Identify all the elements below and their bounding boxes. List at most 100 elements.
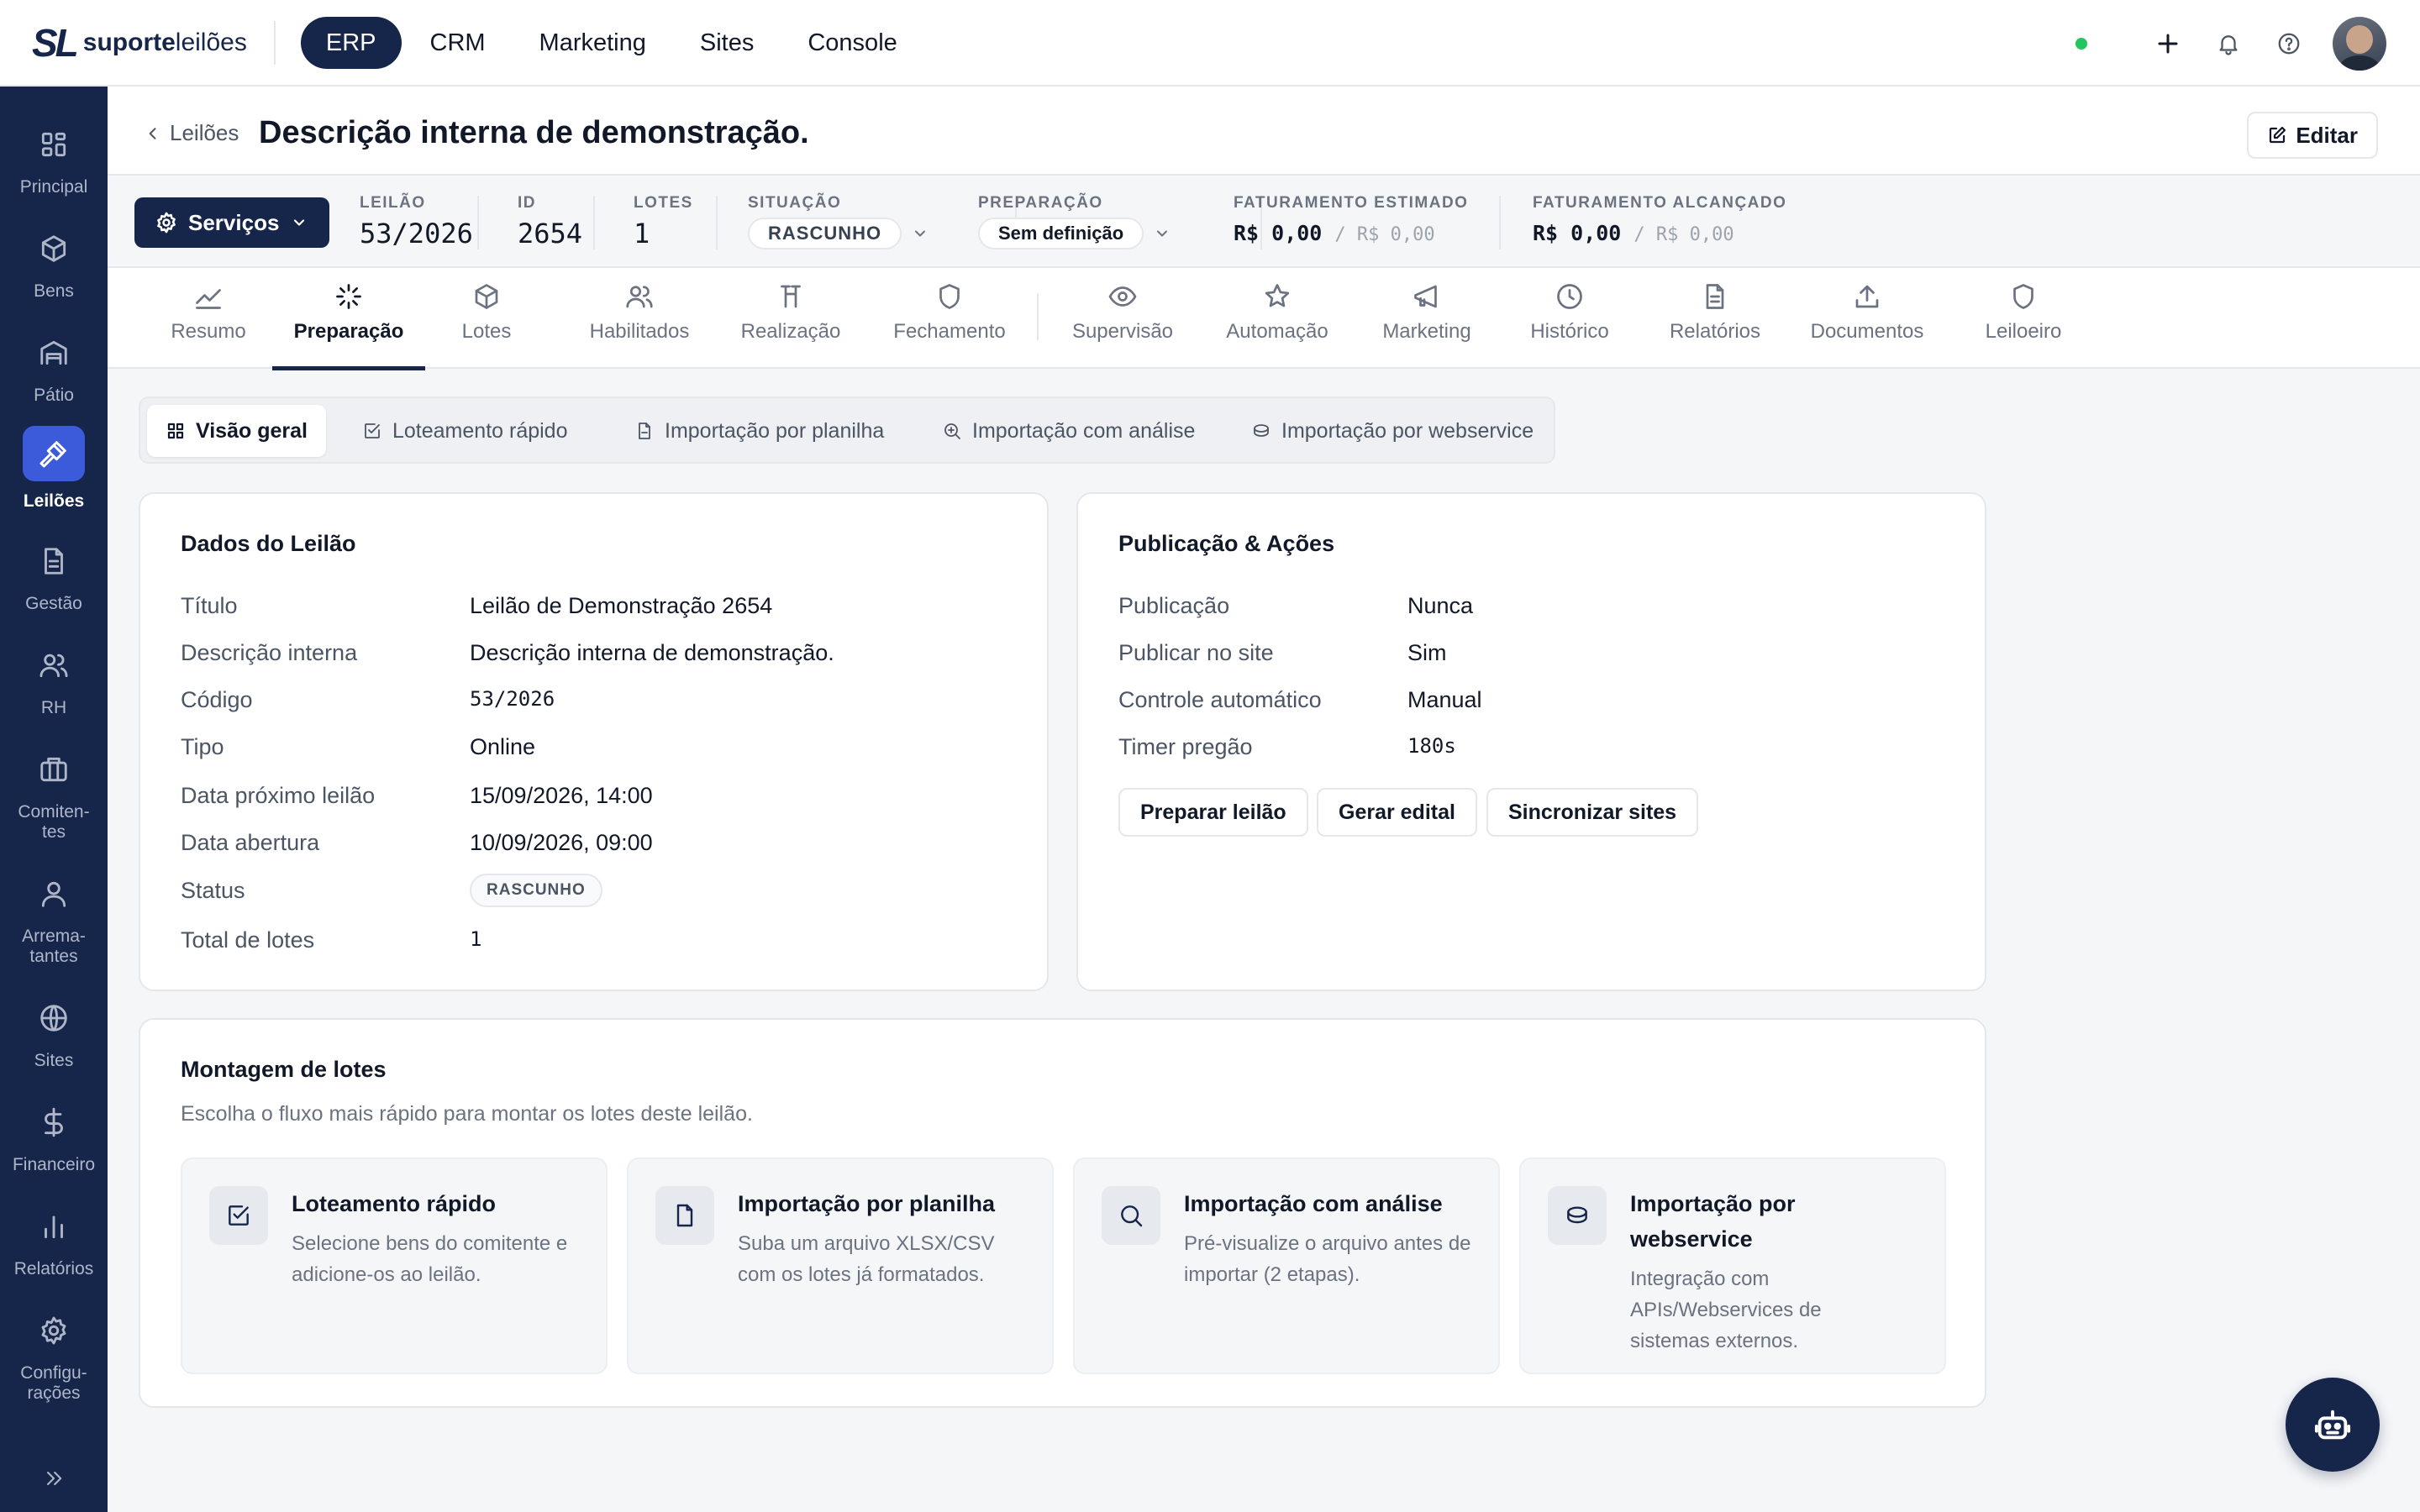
generate-notice-button[interactable]: Gerar edital — [1317, 788, 1477, 837]
stat-label: SITUAÇÃO — [748, 194, 842, 212]
sidebar-item-rh[interactable]: RH — [0, 643, 108, 718]
tab-relatorios[interactable]: Relatórios — [1652, 268, 1778, 369]
situacao-select[interactable]: RASCUNHO — [748, 213, 929, 249]
field-controle: Controle automático Manual — [1118, 687, 1482, 713]
sidebar-item-bens[interactable]: Bens — [0, 226, 108, 302]
tab-label: Histórico — [1530, 320, 1609, 343]
module-erp[interactable]: ERP — [300, 16, 402, 69]
preparacao-select[interactable]: Sem definição — [978, 213, 1171, 249]
tab-automacao[interactable]: Automação — [1210, 268, 1344, 369]
sidebar-item-label: Configu-rações — [20, 1363, 87, 1403]
top-actions — [2075, 0, 2386, 87]
module-sites[interactable]: Sites — [675, 17, 779, 69]
tab-historico[interactable]: Histórico — [1509, 268, 1630, 369]
chevron-down-icon — [1154, 225, 1171, 242]
module-console[interactable]: Console — [782, 17, 922, 69]
tab-resumo[interactable]: Resumo — [141, 268, 276, 369]
tab-marketing[interactable]: Marketing — [1365, 268, 1489, 369]
megaphone-icon — [1412, 281, 1442, 312]
tab-label: Resumo — [171, 320, 246, 343]
tab-lotes[interactable]: Lotes — [432, 268, 541, 369]
sidebar-item-sites[interactable]: Sites — [0, 995, 108, 1071]
eye-icon — [1107, 281, 1138, 312]
subtab-importacao-analise[interactable]: Importação com análise — [923, 405, 1213, 457]
field-label: Publicação — [1118, 593, 1230, 618]
plus-icon[interactable] — [2138, 31, 2198, 56]
stat-money: R$ 0,00 / R$ 0,00 — [1234, 221, 1468, 245]
sidebar-item-arrematantes[interactable]: Arrema-tantes — [0, 871, 108, 967]
page-title: Descrição interna de demonstração. — [259, 115, 809, 150]
subtab-visao-geral[interactable]: Visão geral — [147, 405, 326, 457]
tab-label: Relatórios — [1669, 320, 1761, 343]
option-title: Importação por webservice — [1630, 1191, 1796, 1252]
tab-supervisao[interactable]: Supervisão — [1055, 268, 1190, 369]
subtab-importacao-planilha[interactable]: Importação por planilha — [616, 405, 902, 457]
option-title: Importação por planilha — [738, 1191, 996, 1216]
breadcrumb-link[interactable]: Leilões — [170, 120, 239, 146]
status-badge: RASCUNHO — [470, 874, 602, 907]
divider — [593, 196, 595, 249]
sidebar-expand-button[interactable] — [0, 1456, 108, 1501]
auction-data-card: Dados do Leilão Título Leilão de Demonstr… — [139, 492, 1049, 991]
file-text-icon — [1700, 281, 1730, 312]
tab-preparacao[interactable]: Preparação — [272, 268, 425, 370]
tab-fechamento[interactable]: Fechamento — [881, 268, 1018, 369]
field-value: Manual — [1407, 687, 1482, 712]
avatar[interactable] — [2333, 16, 2386, 71]
field-label: Descrição interna — [181, 640, 358, 665]
box-icon — [23, 226, 85, 271]
tab-label: Realização — [740, 320, 841, 343]
field-total-lotes: Total de lotes 1 — [181, 927, 481, 953]
stat-label: ID — [518, 194, 536, 212]
services-dropdown[interactable]: Serviços — [134, 197, 329, 248]
tab-habilitados[interactable]: Habilitados — [576, 268, 702, 369]
module-marketing[interactable]: Marketing — [514, 17, 671, 69]
bar-chart-icon — [23, 1204, 85, 1249]
database-icon — [1251, 421, 1281, 441]
field-codigo: Código 53/2026 — [181, 687, 555, 713]
zoom-icon — [942, 421, 972, 441]
assistant-bot-button[interactable] — [2286, 1378, 2380, 1472]
dollar-icon — [23, 1100, 85, 1145]
option-importacao-analise[interactable]: Importação com análise Pré-visualize o a… — [1073, 1158, 1500, 1374]
sidebar-item-label: Comiten-tes — [18, 802, 90, 842]
bell-icon[interactable] — [2198, 31, 2259, 56]
field-label: Título — [181, 593, 238, 618]
users-icon — [624, 281, 655, 312]
option-importacao-webservice[interactable]: Importação por webservice Integração com… — [1519, 1158, 1946, 1374]
gavel-icon — [776, 281, 806, 312]
user-icon — [23, 871, 85, 916]
tab-label: Marketing — [1382, 320, 1471, 343]
sync-sites-button[interactable]: Sincronizar sites — [1486, 788, 1699, 837]
shield-icon — [934, 281, 965, 312]
search-icon — [1102, 1186, 1160, 1245]
option-importacao-planilha[interactable]: Importação por planilha Suba um arquivo … — [627, 1158, 1054, 1374]
prepare-auction-button[interactable]: Preparar leilão — [1118, 788, 1308, 837]
sidebar-item-gestao[interactable]: Gestão — [0, 538, 108, 614]
field-label: Tipo — [181, 734, 224, 759]
sidebar-item-configuracoes[interactable]: Configu-rações — [0, 1308, 108, 1404]
gear-icon — [155, 211, 178, 234]
brand-logo[interactable]: SL suporte leilões — [32, 0, 247, 86]
sidebar-item-principal[interactable]: Principal — [0, 122, 108, 197]
help-icon[interactable] — [2259, 31, 2319, 56]
sidebar-item-comitentes[interactable]: Comiten-tes — [0, 747, 108, 843]
sidebar-item-relatorios[interactable]: Relatórios — [0, 1204, 108, 1279]
subtab-importacao-webservice[interactable]: Importação por webservice — [1233, 405, 1552, 457]
subtab-loteamento-rapido[interactable]: Loteamento rápido — [344, 405, 586, 457]
edit-button[interactable]: Editar — [2247, 112, 2378, 159]
field-publicacao: Publicação Nunca — [1118, 593, 1473, 619]
tab-realizacao[interactable]: Realização — [728, 268, 854, 369]
trend-icon — [193, 281, 224, 312]
tab-documentos[interactable]: Documentos — [1798, 268, 1936, 369]
subtab-label: Loteamento rápido — [392, 418, 568, 443]
module-crm[interactable]: CRM — [405, 17, 511, 69]
sidebar-item-leiloes[interactable]: Leilões — [0, 426, 108, 512]
option-loteamento-rapido[interactable]: Loteamento rápido Selecione bens do comi… — [181, 1158, 608, 1374]
sidebar-item-patio[interactable]: Pátio — [0, 330, 108, 406]
tab-leiloeiro[interactable]: Leiloeiro — [1963, 268, 2084, 369]
users-icon — [23, 643, 85, 688]
sidebar-item-financeiro[interactable]: Financeiro — [0, 1100, 108, 1175]
breadcrumb[interactable]: Leilões — [145, 120, 239, 146]
stat-faturamento-estimado: FATURAMENTO ESTIMADO R$ 0,00 / R$ 0,00 — [1234, 194, 1468, 245]
